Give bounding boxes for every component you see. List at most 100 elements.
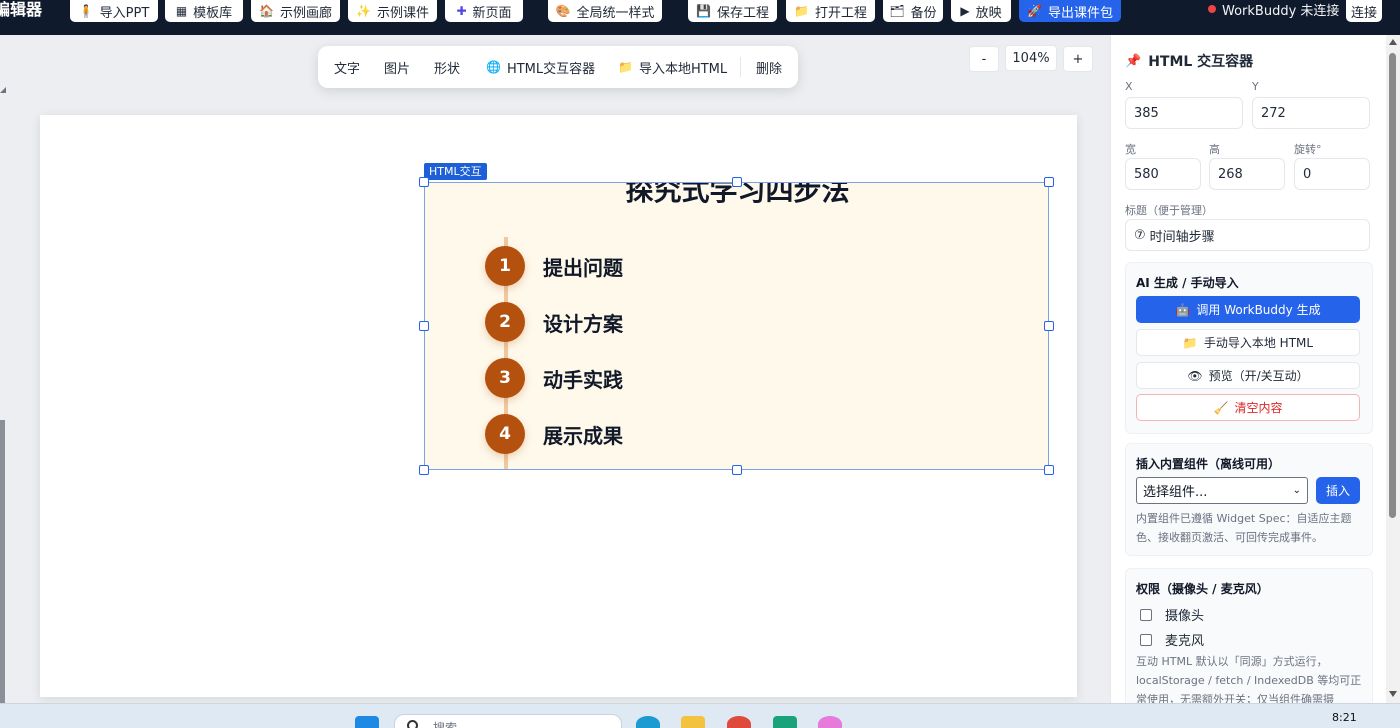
backup-label: 备份: [910, 5, 937, 21]
ai-card-heading: AI 生成 / 手动导入: [1136, 276, 1239, 290]
chrome-browser-icon[interactable]: [727, 716, 751, 728]
mic-label: 麦克风: [1165, 634, 1205, 649]
pin-icon: 📌: [1125, 53, 1142, 69]
sample-courseware-button[interactable]: ✨ 示例课件: [348, 0, 437, 22]
import-ppt-button[interactable]: 🧍 导入PPT: [70, 0, 158, 22]
step-number-badge: 2: [485, 302, 525, 342]
rotation-label: 旋转°: [1294, 143, 1322, 156]
left-scrollbar[interactable]: [0, 420, 5, 728]
ai-generate-card: AI 生成 / 手动导入 🤖 调用 WorkBuddy 生成 📁 手动导入本地 …: [1125, 262, 1373, 434]
y-input[interactable]: 272: [1252, 97, 1370, 129]
resize-handle-bottom-left[interactable]: [419, 465, 429, 475]
checkbox-icon: [1140, 633, 1152, 646]
builtin-note: 内置组件已遵循 Widget Spec：自适应主题色、接收翻页激活、可回传完成事…: [1136, 512, 1352, 544]
clear-content-label: 清空内容: [1234, 401, 1283, 415]
preview-toggle-button[interactable]: 👁 预览（开/关互动）: [1136, 362, 1360, 389]
height-label: 高: [1209, 143, 1220, 156]
app-pink-icon[interactable]: [818, 716, 842, 728]
save-project-label: 保存工程: [716, 5, 769, 21]
open-project-button[interactable]: 📁 打开工程: [786, 0, 875, 22]
component-select[interactable]: 选择组件... ⌄: [1136, 477, 1308, 504]
name-input[interactable]: ⑦ 时间轴步骤: [1125, 219, 1370, 251]
template-library-button[interactable]: ▦ 模板库: [165, 0, 243, 22]
resize-handle-top[interactable]: [732, 177, 742, 187]
camera-checkbox[interactable]: 摄像头: [1140, 605, 1204, 624]
camera-label: 摄像头: [1165, 609, 1205, 624]
open-project-label: 打开工程: [814, 5, 867, 21]
scroll-thumb[interactable]: [1389, 53, 1396, 518]
add-html-container-label: HTML交互容器: [506, 61, 596, 77]
file-explorer-icon[interactable]: [681, 716, 705, 728]
toolbar-divider: [740, 57, 741, 77]
add-image-button[interactable]: 图片: [384, 46, 410, 88]
workspace: 文字 图片 形状 🌐 HTML交互容器 📁 导入本地HTML 删除 - 104%…: [0, 35, 1110, 728]
export-package-button[interactable]: 🚀 导出课件包: [1019, 0, 1121, 22]
backup-button[interactable]: 🗂 备份: [883, 0, 943, 22]
app-green-icon[interactable]: [773, 716, 797, 728]
resize-handle-bottom[interactable]: [732, 465, 742, 475]
panel-title-text: HTML 交互容器: [1148, 54, 1254, 70]
step-number-badge: 3: [485, 358, 525, 398]
save-project-button[interactable]: 💾 保存工程: [688, 0, 777, 22]
clear-content-button[interactable]: 🧹 清空内容: [1136, 394, 1360, 421]
status-text: WorkBuddy 未连接: [1222, 3, 1340, 19]
sample-gallery-label: 示例画廊: [279, 5, 332, 21]
backup-icon: 🗂: [889, 4, 905, 18]
save-icon: 💾: [696, 4, 711, 18]
name-label: 标题（便于管理）: [1125, 204, 1213, 217]
add-shape-button[interactable]: 形状: [434, 46, 460, 88]
x-input[interactable]: 385: [1125, 97, 1243, 129]
name-value: 时间轴步骤: [1149, 229, 1215, 245]
scroll-down-icon[interactable]: [1389, 691, 1397, 697]
edge-browser-icon[interactable]: [636, 716, 660, 728]
taskbar-clock: 8:21: [1332, 711, 1357, 724]
new-page-label: 新页面: [472, 5, 512, 21]
windows-start-icon[interactable]: [355, 716, 379, 728]
connect-button[interactable]: 连接: [1346, 0, 1382, 22]
import-local-html-label: 导入本地HTML: [638, 61, 728, 77]
insert-component-button[interactable]: 插入: [1316, 477, 1360, 504]
template-icon: ▦: [175, 4, 188, 18]
rocket-icon: 🚀: [1027, 4, 1042, 18]
html-widget-container[interactable]: 探究式学习四步法 1 提出问题 2 设计方案 3 动手实践 4 展示成果: [424, 182, 1049, 470]
step-number-badge: 4: [485, 414, 525, 454]
step-label: 展示成果: [543, 423, 623, 448]
component-select-value: 选择组件...: [1143, 485, 1208, 500]
search-icon: [407, 720, 418, 728]
resize-handle-right[interactable]: [1044, 321, 1054, 331]
step-label: 动手实践: [543, 367, 623, 392]
resize-handle-bottom-right[interactable]: [1044, 465, 1054, 475]
export-package-label: 导出课件包: [1047, 5, 1113, 21]
slideshow-button[interactable]: ▶ 放映: [951, 0, 1011, 22]
import-local-html-button[interactable]: 📁 导入本地HTML: [618, 46, 727, 88]
add-html-container-button[interactable]: 🌐 HTML交互容器: [486, 46, 595, 88]
step-number-badge: 1: [485, 246, 525, 286]
height-input[interactable]: 268: [1209, 158, 1285, 190]
resize-handle-top-right[interactable]: [1044, 177, 1054, 187]
play-icon: ▶: [960, 4, 970, 18]
zoom-out-button[interactable]: -: [969, 46, 999, 72]
timeline-step: 3 动手实践: [485, 358, 623, 398]
zoom-in-button[interactable]: +: [1063, 46, 1093, 72]
x-label: X: [1125, 80, 1133, 93]
sample-gallery-button[interactable]: 🏠 示例画廊: [251, 0, 340, 22]
rotation-input[interactable]: 0: [1294, 158, 1370, 190]
workbuddy-generate-button[interactable]: 🤖 调用 WorkBuddy 生成: [1136, 296, 1360, 323]
resize-handle-top-left[interactable]: [419, 177, 429, 187]
timeline-step: 4 展示成果: [485, 414, 623, 454]
sample-courseware-label: 示例课件: [376, 5, 429, 21]
os-taskbar: 搜索 8:21: [0, 703, 1400, 728]
scroll-up-icon[interactable]: [1389, 39, 1397, 45]
taskbar-search[interactable]: 搜索: [394, 714, 622, 728]
global-style-button[interactable]: 🎨 全局统一样式: [548, 0, 662, 22]
resize-handle-left[interactable]: [419, 321, 429, 331]
mic-checkbox[interactable]: 麦克风: [1140, 630, 1204, 649]
delete-button[interactable]: 删除: [756, 46, 782, 88]
manual-import-html-button[interactable]: 📁 手动导入本地 HTML: [1136, 329, 1360, 356]
add-text-label: 文字: [334, 61, 361, 77]
collapse-arrow-icon[interactable]: [0, 83, 6, 93]
width-input[interactable]: 580: [1125, 158, 1201, 190]
add-text-button[interactable]: 文字: [334, 46, 360, 88]
new-page-button[interactable]: ✚ 新页面: [445, 0, 523, 22]
panel-scrollbar[interactable]: [1386, 35, 1400, 703]
